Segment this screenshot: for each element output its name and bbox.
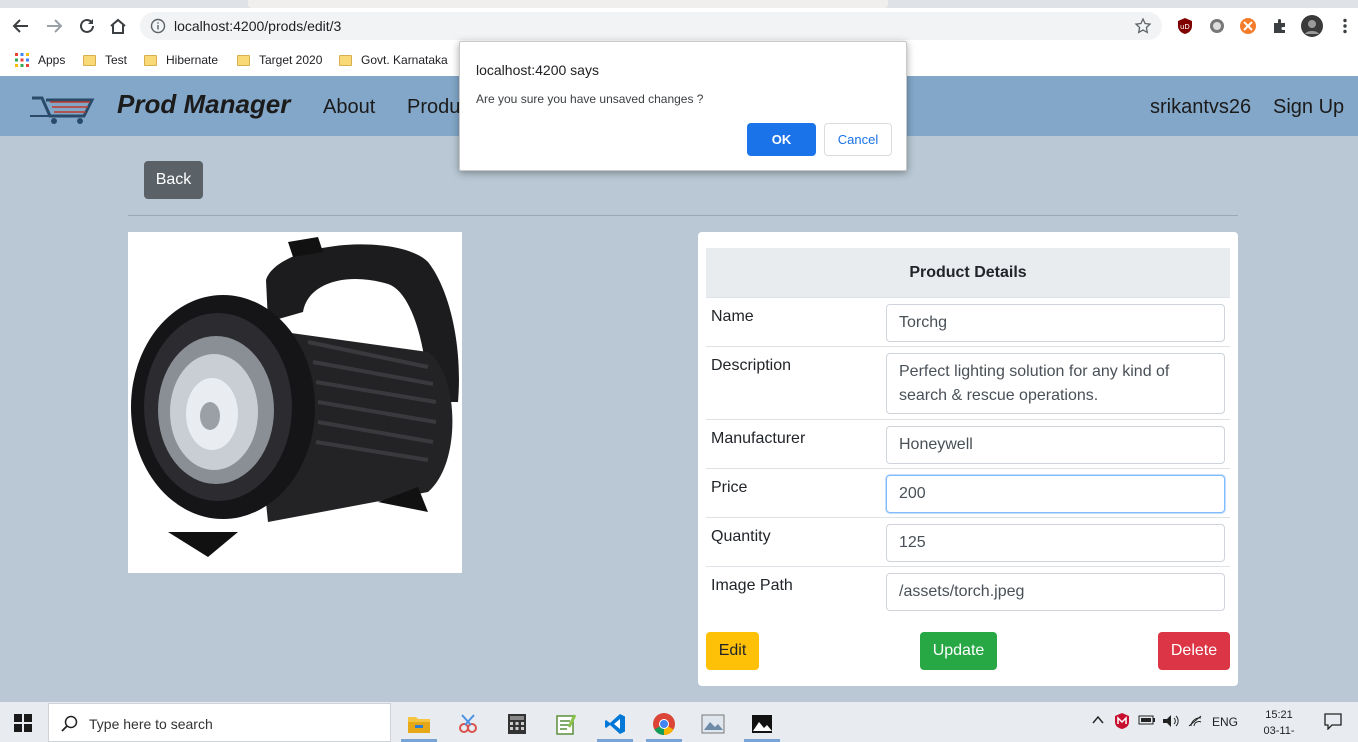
photos-icon[interactable] — [742, 706, 782, 742]
extension-orange-icon[interactable] — [1239, 17, 1257, 35]
clock-date: 03-11-2020 — [1263, 725, 1295, 742]
back-button[interactable]: Back — [144, 161, 203, 199]
folder-icon — [339, 54, 352, 66]
file-explorer-icon[interactable] — [399, 706, 439, 742]
row-description: Description Perfect lighting solution fo… — [706, 347, 1230, 420]
bookmark-label: Test — [105, 53, 128, 67]
system-clock[interactable]: 15:21 03-11-2020 — [1254, 707, 1304, 742]
address-bar[interactable]: localhost:4200/prods/edit/3 — [140, 12, 1162, 40]
nav-products[interactable]: Produ — [407, 96, 460, 119]
folder-icon — [144, 54, 157, 66]
volume-icon[interactable] — [1162, 714, 1180, 731]
confirm-dialog: localhost:4200 says Are you sure you hav… — [459, 41, 907, 171]
vscode-icon[interactable] — [595, 706, 635, 742]
search-placeholder: Type here to search — [89, 716, 213, 732]
nav-username[interactable]: srikantvs26 — [1150, 96, 1251, 119]
image-path-label: Image Path — [711, 577, 793, 594]
bookmark-target-2020[interactable]: Target 2020 — [237, 50, 322, 70]
svg-text:uD: uD — [1180, 23, 1190, 31]
manufacturer-label: Manufacturer — [711, 430, 806, 447]
cart-logo-icon[interactable] — [28, 86, 102, 131]
brand-title[interactable]: Prod Manager — [117, 89, 290, 120]
image-viewer-icon[interactable] — [693, 706, 733, 742]
name-input[interactable]: Torchg — [886, 304, 1225, 342]
quantity-input[interactable]: 125 — [886, 524, 1225, 562]
cancel-button[interactable]: Cancel — [824, 123, 892, 156]
description-label: Description — [711, 357, 792, 374]
bookmark-hibernate[interactable]: Hibernate — [144, 50, 218, 70]
row-price: Price 200 — [706, 469, 1230, 518]
dialog-title: localhost:4200 says — [476, 62, 599, 78]
taskbar-search[interactable]: Type here to search — [48, 703, 391, 742]
back-arrow-icon[interactable] — [9, 14, 33, 38]
ublock-extension-icon[interactable]: uD — [1176, 17, 1194, 35]
bookmark-apps[interactable]: Apps — [14, 50, 65, 70]
row-name: Name Torchg — [706, 298, 1230, 347]
bookmark-govt-karnataka[interactable]: Govt. Karnataka — [339, 50, 448, 70]
active-tab[interactable] — [248, 0, 888, 8]
nav-about[interactable]: About — [323, 96, 375, 119]
product-details-card: Product Details Name Torchg Description … — [698, 232, 1238, 686]
forward-arrow-icon[interactable] — [42, 14, 66, 38]
bookmark-label: Hibernate — [166, 53, 219, 67]
edit-button[interactable]: Edit — [706, 632, 759, 670]
wifi-icon[interactable] — [1188, 714, 1204, 731]
dialog-message: Are you sure you have unsaved changes ? — [476, 92, 704, 106]
manufacturer-input[interactable]: Honeywell — [886, 426, 1225, 464]
notifications-icon[interactable] — [1324, 712, 1342, 733]
search-icon — [61, 715, 79, 738]
extension-circle-icon[interactable] — [1208, 17, 1226, 35]
product-image — [128, 232, 462, 573]
name-label: Name — [711, 308, 754, 325]
tray-chevron-icon[interactable] — [1092, 714, 1104, 728]
description-textarea[interactable]: Perfect lighting solution for any kind o… — [886, 353, 1225, 414]
bookmark-star-icon[interactable] — [1134, 17, 1152, 40]
url-text[interactable]: localhost:4200/prods/edit/3 — [174, 18, 341, 34]
browser-toolbar: localhost:4200/prods/edit/3 uD — [0, 8, 1358, 44]
clock-time: 15:21 — [1265, 709, 1293, 721]
quantity-label: Quantity — [711, 528, 771, 545]
language-indicator[interactable]: ENG — [1212, 715, 1238, 729]
windows-taskbar: Type here to search ENG 15:21 03-11-202 — [0, 702, 1358, 742]
info-icon[interactable] — [150, 18, 166, 39]
bookmark-label: Target 2020 — [259, 53, 323, 67]
image-path-input[interactable]: /assets/torch.jpeg — [886, 573, 1225, 611]
home-icon[interactable] — [106, 14, 130, 38]
chrome-icon[interactable] — [644, 706, 684, 742]
bookmark-label: Govt. Karnataka — [361, 53, 448, 67]
apps-grid-icon — [15, 53, 29, 67]
divider — [128, 215, 1238, 216]
folder-icon — [83, 54, 96, 66]
folder-icon — [237, 54, 250, 66]
row-quantity: Quantity 125 — [706, 518, 1230, 567]
nav-signup[interactable]: Sign Up — [1273, 96, 1344, 119]
price-input[interactable]: 200 — [886, 475, 1225, 513]
mcafee-icon[interactable] — [1114, 712, 1130, 733]
row-image-path: Image Path /assets/torch.jpeg — [706, 567, 1230, 616]
row-manufacturer: Manufacturer Honeywell — [706, 420, 1230, 469]
menu-dots-icon[interactable] — [1336, 17, 1354, 35]
price-label: Price — [711, 479, 748, 496]
torch-image — [131, 237, 459, 557]
profile-avatar[interactable] — [1301, 15, 1323, 37]
reload-icon[interactable] — [75, 14, 99, 38]
calculator-icon[interactable] — [497, 706, 537, 742]
windows-start-icon[interactable] — [14, 714, 32, 737]
bookmark-test[interactable]: Test — [83, 50, 127, 70]
bookmark-label: Apps — [38, 53, 66, 67]
ok-button[interactable]: OK — [747, 123, 816, 156]
delete-button[interactable]: Delete — [1158, 632, 1230, 670]
extensions-puzzle-icon[interactable] — [1271, 17, 1289, 35]
update-button[interactable]: Update — [920, 632, 997, 670]
battery-icon[interactable] — [1138, 714, 1156, 729]
snipping-tool-icon[interactable] — [448, 706, 488, 742]
card-title: Product Details — [706, 248, 1230, 298]
notepad-plus-icon[interactable] — [546, 706, 586, 742]
